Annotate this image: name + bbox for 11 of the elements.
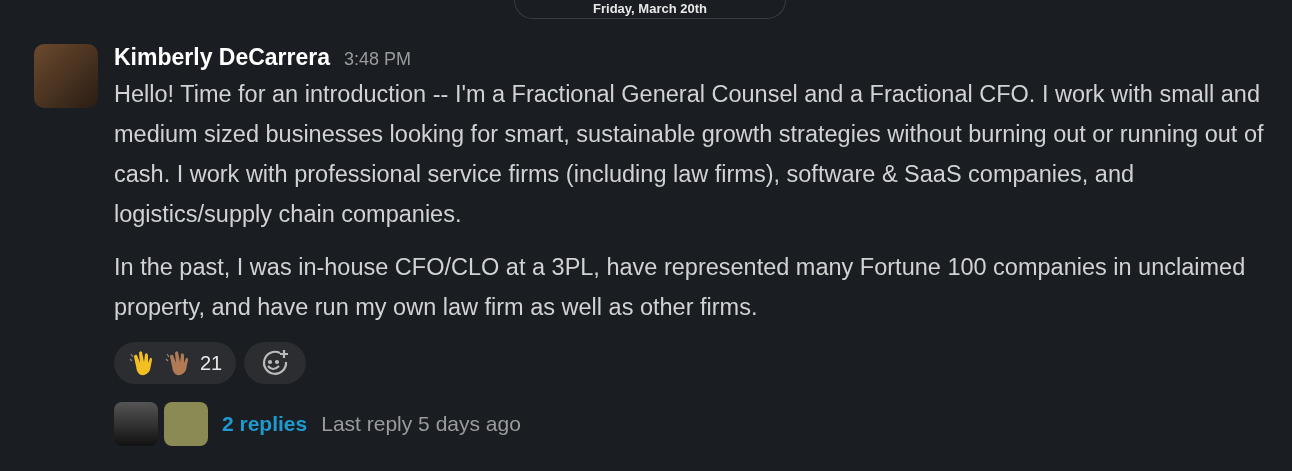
add-emoji-icon	[260, 348, 291, 378]
author-name[interactable]: Kimberly DeCarrera	[114, 44, 331, 71]
message-paragraph: In the past, I was in-house CFO/CLO at a 3PL, have represented many Fortune 100 companies in unclaimed property, and have run my own law firm as well as other firms.	[114, 253, 1247, 322]
message-time[interactable]: 3:48 PM	[344, 49, 412, 70]
reaction-pill[interactable]: 21	[114, 342, 237, 384]
last-reply-text: Last reply 5 days ago	[321, 412, 521, 436]
avatar-photo-placeholder[interactable]	[114, 402, 158, 446]
add-reaction-button[interactable]	[244, 342, 307, 384]
message-paragraph: Hello! Time for an introduction -- I'm a Fractional General Counsel and a Fractional CFO. I work with small and medium sized businesses looking for smart, sustainable growth strategies without burning out or running out of cash. I work with professional service firms (including law firms), software & SaaS companies, and logistics/supply chain companies.	[114, 80, 1265, 229]
replies-link[interactable]: 2 replies	[222, 412, 308, 436]
avatar-photo-placeholder[interactable]	[164, 402, 208, 446]
